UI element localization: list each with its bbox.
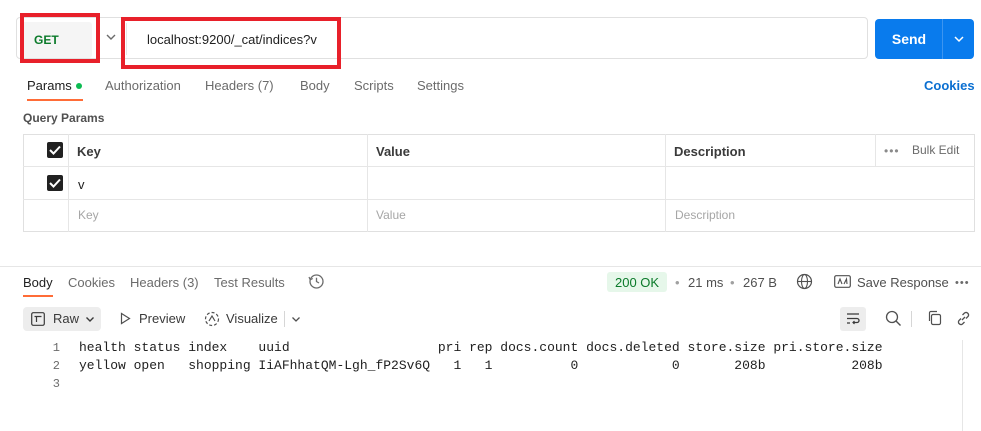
search-icon[interactable]: [885, 310, 902, 327]
new-description-input[interactable]: Description: [675, 208, 735, 222]
response-size[interactable]: 267 B: [743, 275, 777, 290]
globe-icon[interactable]: [796, 273, 813, 290]
params-active-dot: [76, 83, 82, 89]
preview-button[interactable]: Preview: [139, 311, 185, 326]
table-col-divider: [367, 134, 368, 232]
column-header-description: Description: [674, 144, 746, 159]
response-tab-cookies[interactable]: Cookies: [68, 275, 115, 290]
bulk-edit-button[interactable]: Bulk Edit: [912, 143, 959, 157]
select-all-checkbox[interactable]: [47, 142, 63, 158]
separator-dot: •: [675, 275, 680, 290]
save-response-icon[interactable]: [834, 275, 851, 288]
table-row-divider: [23, 166, 975, 167]
response-time[interactable]: 21 ms: [688, 275, 723, 290]
code-line[interactable]: health status index uuid pri rep docs.co…: [79, 340, 883, 355]
divider: [942, 19, 943, 59]
link-icon[interactable]: [955, 310, 972, 327]
column-header-key: Key: [77, 144, 101, 159]
param-row-checkbox[interactable]: [47, 175, 63, 191]
tab-headers[interactable]: Headers (7): [205, 78, 274, 93]
column-header-value: Value: [376, 144, 410, 159]
visualize-button[interactable]: Visualize: [226, 311, 278, 326]
history-icon[interactable]: [308, 273, 325, 290]
line-number: 2: [52, 359, 60, 373]
play-icon[interactable]: [119, 312, 132, 325]
scrollbar-track[interactable]: [962, 340, 963, 431]
save-response-button[interactable]: Save Response: [857, 275, 949, 290]
raw-format-icon: [31, 312, 45, 326]
separator-dot: •: [730, 275, 735, 290]
tab-active-underline: [23, 295, 53, 297]
tab-scripts[interactable]: Scripts: [354, 78, 394, 93]
tab-body[interactable]: Body: [300, 78, 330, 93]
query-params-title: Query Params: [23, 111, 105, 125]
more-options-icon[interactable]: •••: [955, 277, 970, 289]
query-params-table: [23, 134, 975, 232]
tab-active-underline: [27, 99, 83, 101]
response-tab-test-results[interactable]: Test Results: [214, 275, 285, 290]
line-number: 3: [52, 377, 60, 391]
table-col-divider: [665, 134, 666, 232]
format-label[interactable]: Raw: [53, 311, 79, 326]
response-tab-headers[interactable]: Headers (3): [130, 275, 199, 290]
line-number: 1: [52, 341, 60, 355]
tab-params[interactable]: Params: [27, 78, 72, 93]
response-tab-body[interactable]: Body: [23, 275, 53, 290]
table-col-divider: [68, 134, 69, 232]
table-col-divider: [875, 134, 876, 166]
copy-icon[interactable]: [927, 310, 943, 326]
divider: [911, 311, 912, 327]
cookies-link[interactable]: Cookies: [924, 78, 975, 93]
param-key-cell[interactable]: v: [78, 177, 85, 192]
chevron-down-icon[interactable]: [104, 30, 118, 44]
wrap-lines-icon[interactable]: [845, 311, 861, 327]
pane-divider[interactable]: [0, 266, 981, 267]
new-value-input[interactable]: Value: [376, 208, 406, 222]
new-key-input[interactable]: Key: [78, 208, 99, 222]
visualize-icon[interactable]: [204, 311, 220, 327]
chevron-down-icon[interactable]: [290, 313, 302, 325]
tab-authorization[interactable]: Authorization: [105, 78, 181, 93]
send-button-label[interactable]: Send: [890, 31, 928, 47]
highlight-box-url: [121, 17, 341, 69]
status-code[interactable]: 200 OK: [615, 275, 659, 290]
chevron-down-icon[interactable]: [84, 313, 96, 325]
tab-settings[interactable]: Settings: [417, 78, 464, 93]
highlight-box-method: [20, 13, 100, 63]
code-line[interactable]: yellow open shopping IiAFhhatQM-Lgh_fP2S…: [79, 358, 883, 373]
send-options-chevron-icon[interactable]: [952, 32, 966, 46]
more-options-icon[interactable]: •••: [884, 144, 900, 158]
divider: [284, 311, 285, 327]
table-row-divider: [23, 199, 975, 200]
